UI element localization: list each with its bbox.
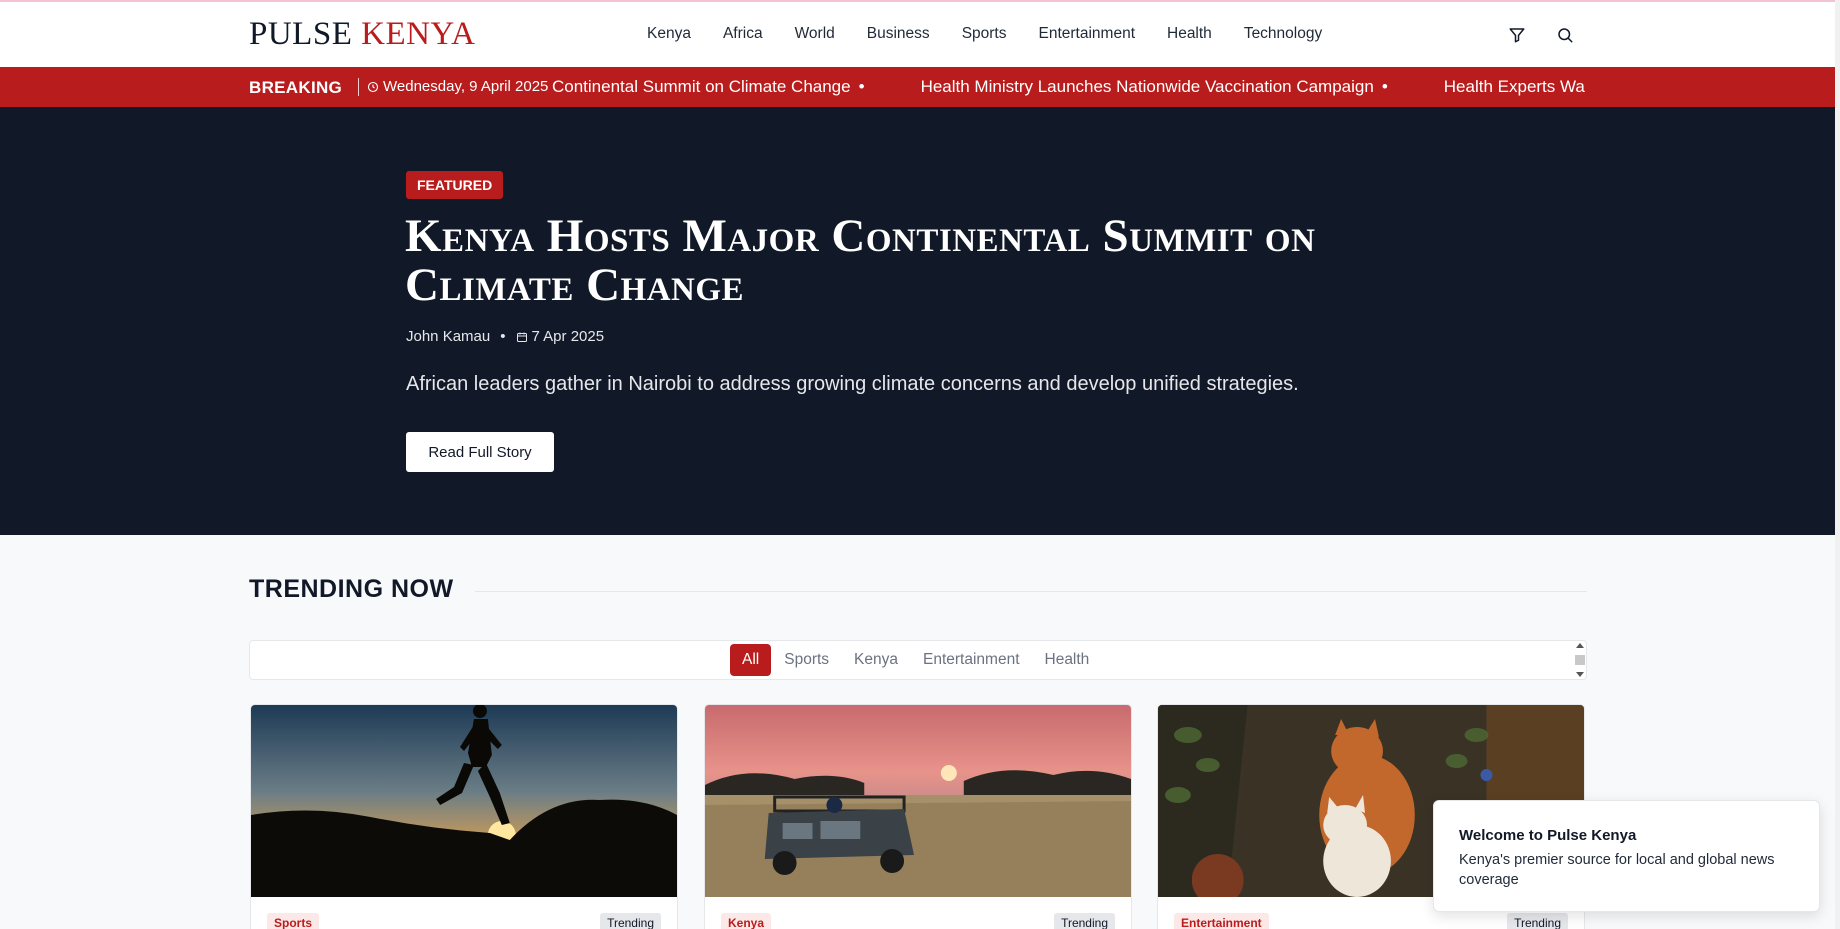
- featured-hero: FEATURED Kenya Hosts Major Continental S…: [0, 107, 1835, 535]
- ticker-bullet: •: [858, 77, 865, 96]
- toast-title: Welcome to Pulse Kenya: [1459, 827, 1637, 844]
- featured-badge: FEATURED: [406, 171, 504, 199]
- read-full-story-button[interactable]: Read Full Story: [406, 432, 554, 472]
- ticker-item[interactable]: Health Experts Wa: [1444, 77, 1585, 97]
- news-ticker: Continental Summit on Climate Change • Hea…: [552, 67, 1587, 107]
- scroll-up-arrow-icon[interactable]: [1576, 643, 1584, 648]
- breaking-divider: [358, 78, 359, 96]
- breaking-date-text: Wednesday, 9 April 2025: [383, 78, 549, 95]
- welcome-toast[interactable]: Welcome to Pulse Kenya Kenya's premier s…: [1433, 800, 1820, 912]
- trending-card[interactable]: Sports Trending: [250, 704, 678, 929]
- toast-body: Kenya's premier source for local and glo…: [1459, 852, 1775, 888]
- site-logo[interactable]: PULSE KENYA: [249, 16, 475, 53]
- hero-date: 7 Apr 2025: [531, 328, 605, 345]
- nav-link-kenya[interactable]: Kenya: [647, 25, 691, 43]
- ticker-bullet: •: [1381, 77, 1388, 96]
- filter-tab-entertainment[interactable]: Entertainment: [911, 644, 1032, 676]
- trending-divider: [475, 591, 1587, 592]
- page-scrollbar[interactable]: [1835, 0, 1840, 929]
- trending-filter-bar: All Sports Kenya Entertainment Health: [249, 640, 1587, 680]
- filter-tabs: All Sports Kenya Entertainment Health: [730, 644, 1102, 676]
- nav-link-technology[interactable]: Technology: [1244, 25, 1322, 43]
- nav-link-entertainment[interactable]: Entertainment: [1039, 25, 1136, 43]
- ticker-item[interactable]: Health Ministry Launches Nationwide Vacc…: [921, 77, 1374, 97]
- trending-card[interactable]: Kenya Trending: [704, 704, 1132, 929]
- breaking-news-bar: BREAKING Wednesday, 9 April 2025 Contine…: [0, 67, 1835, 107]
- hero-title[interactable]: Kenya Hosts Major Continental Summit on …: [405, 212, 1355, 310]
- hero-meta: John Kamau • 7 Apr 2025: [406, 328, 604, 345]
- scroll-down-arrow-icon[interactable]: [1576, 672, 1584, 677]
- card-trending-badge: Trending: [1507, 913, 1568, 929]
- logo-text-kenya: KENYA: [361, 16, 476, 52]
- card-category-badge[interactable]: Sports: [267, 913, 320, 929]
- breaking-date: Wednesday, 9 April 2025: [367, 78, 548, 95]
- card-category-badge[interactable]: Kenya: [721, 913, 772, 929]
- card-image-safari[interactable]: [705, 705, 1131, 897]
- nav-link-business[interactable]: Business: [867, 25, 930, 43]
- nav-link-sports[interactable]: Sports: [962, 25, 1007, 43]
- filter-scrollbar[interactable]: [1574, 641, 1586, 679]
- site-header: PULSE KENYA Kenya Africa World Business …: [0, 0, 1835, 67]
- nav-link-world[interactable]: World: [795, 25, 835, 43]
- filter-tab-sports[interactable]: Sports: [772, 644, 841, 676]
- search-icon[interactable]: [1556, 26, 1574, 44]
- clock-icon: [367, 81, 379, 92]
- hero-author: John Kamau: [406, 328, 491, 345]
- card-image-runner[interactable]: [251, 705, 677, 897]
- nav-link-health[interactable]: Health: [1167, 25, 1212, 43]
- main-nav: Kenya Africa World Business Sports Enter…: [647, 25, 1354, 43]
- ticker-item[interactable]: Continental Summit on Climate Change: [552, 77, 851, 97]
- filter-tab-all[interactable]: All: [730, 644, 772, 676]
- card-category-badge[interactable]: Entertainment: [1174, 913, 1269, 929]
- card-trending-badge: Trending: [600, 913, 661, 929]
- filter-tab-kenya[interactable]: Kenya: [842, 644, 910, 676]
- filter-tab-health[interactable]: Health: [1033, 644, 1102, 676]
- nav-link-africa[interactable]: Africa: [723, 25, 763, 43]
- breaking-label: BREAKING: [249, 78, 343, 97]
- scroll-thumb[interactable]: [1575, 655, 1585, 665]
- hero-summary: African leaders gather in Nairobi to add…: [406, 373, 1299, 395]
- card-trending-badge: Trending: [1054, 913, 1115, 929]
- filter-icon[interactable]: [1508, 26, 1526, 44]
- logo-text-pulse: PULSE: [249, 16, 353, 52]
- trending-heading: TRENDING NOW: [249, 575, 454, 603]
- meta-bullet: •: [500, 328, 506, 345]
- calendar-icon: [516, 332, 527, 342]
